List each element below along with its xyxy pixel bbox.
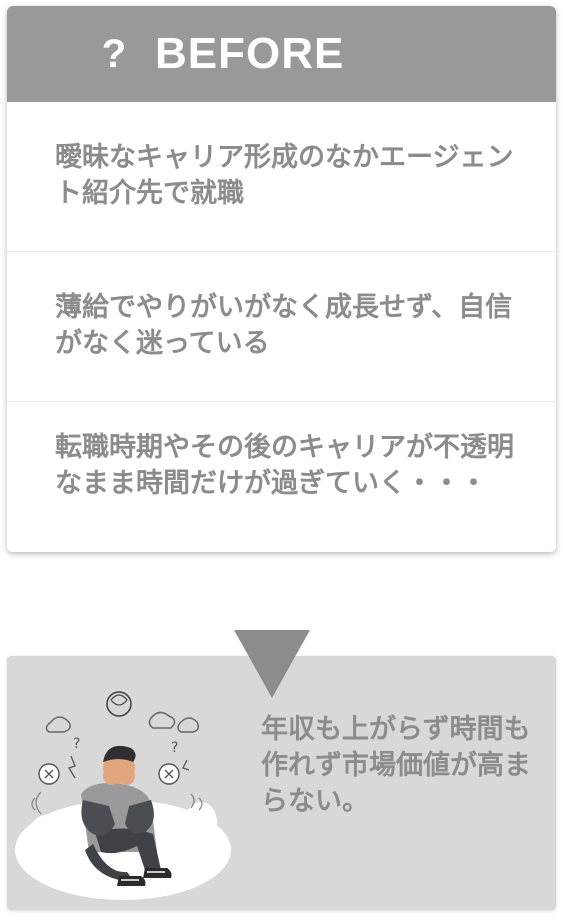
before-header: ? BEFORE [7,6,556,102]
down-triangle-icon [234,630,310,698]
svg-text:?: ? [73,736,80,752]
stressed-man-illustration: ? ? [15,691,231,900]
before-item-3: 転職時期やその後のキャリアが不透明なまま時間だけが過ぎていく・・・ [55,432,514,499]
svg-text:?: ? [171,740,178,756]
before-title: BEFORE [155,29,345,78]
before-card: ? BEFORE 曖昧なキャリア形成のなかエージェント紹介先で就職 薄給でやりが… [7,6,556,552]
before-item-2: 薄給でやりがいがなく成長せず、自信がなく迷っている [7,252,556,402]
after-text: 年収も上がらず時間も作れず市場価値が高まらない。 [261,714,531,817]
question-mark-icon: ? [101,31,127,76]
before-item-1: 曖昧なキャリア形成のなかエージェント紹介先で就職 [7,102,556,252]
